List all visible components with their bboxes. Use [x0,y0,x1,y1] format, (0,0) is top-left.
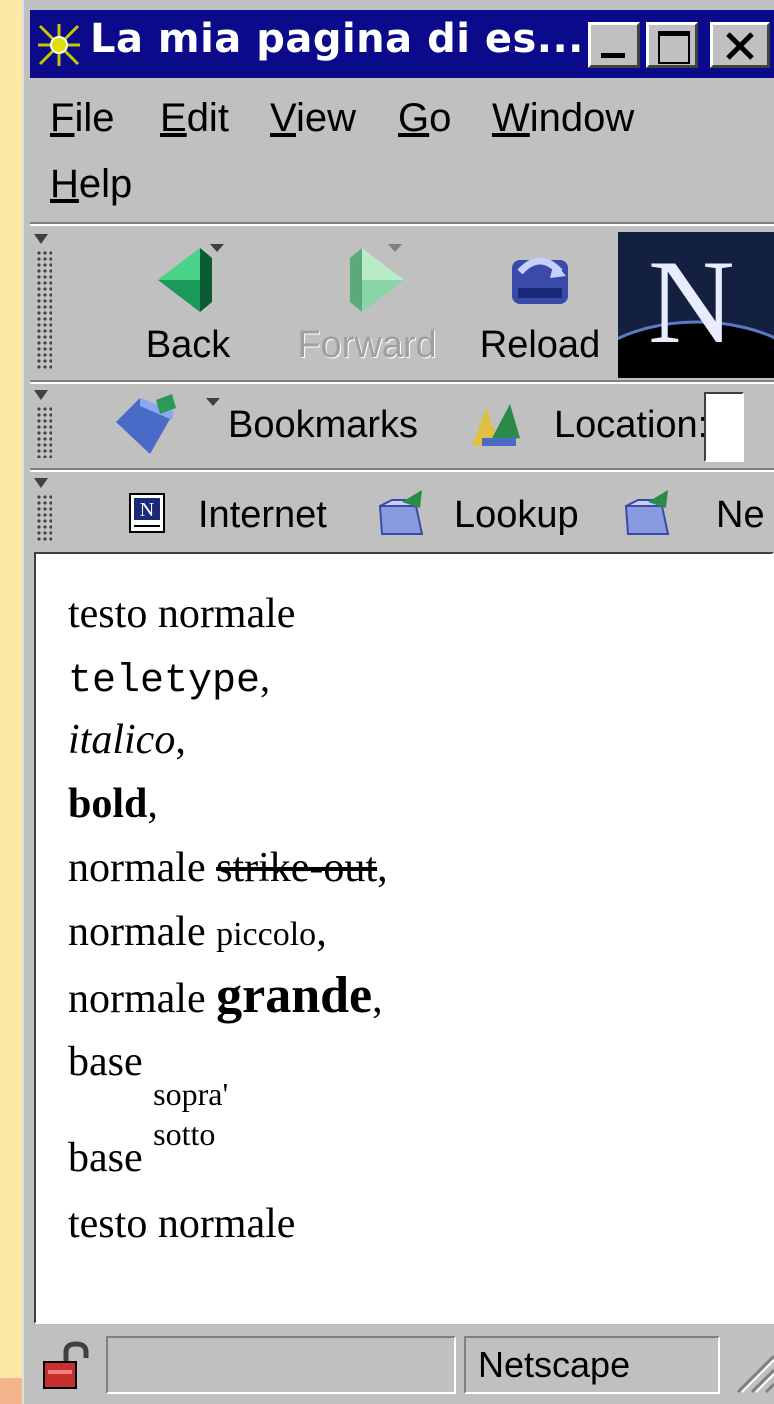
content-line-bold: bold, [68,781,158,827]
close-icon [726,32,754,60]
forward-button[interactable]: Forward [292,232,442,372]
menu-window[interactable]: Window [492,96,634,141]
resize-grip-icon[interactable] [726,1344,774,1394]
toolbar-grip[interactable] [34,390,54,462]
content-line-italic: italico, [68,717,186,763]
netscape-app-icon [36,22,82,68]
menu-go[interactable]: Go [398,96,451,141]
netscape-logo-letter: N [648,235,735,368]
content-line-superscript: base sotto [68,1116,216,1181]
toolbar-grip[interactable] [34,478,54,546]
maximize-button[interactable] [646,22,698,68]
page-content: testo normale teletype, italico, bold, n… [34,552,774,1324]
bookmarks-button[interactable]: Bookmarks [110,388,430,464]
content-line-small: normale piccolo, [68,909,327,955]
toolbar-grip[interactable] [34,234,54,374]
bookmarks-icon [116,394,220,454]
netscape-page-icon: N [129,493,165,533]
folder-icon [378,490,424,535]
content-line-normal: testo normale [68,591,296,637]
menu-separator [30,222,774,226]
reload-button[interactable]: Reload [470,232,610,372]
menu-edit[interactable]: Edit [160,96,229,141]
back-label: Back [145,324,231,366]
security-lock-icon[interactable] [40,1340,92,1392]
maximize-icon [658,31,690,64]
slide-background [0,0,22,1404]
location-icon [472,404,520,446]
location-input[interactable] [704,392,744,462]
personal-item-internet[interactable]: N Internet [126,478,346,546]
bookmarks-label: Bookmarks [228,404,419,446]
minimize-icon [601,53,625,58]
personal-toolbar: N Internet Lookup Ne [30,474,774,550]
status-bar: Netscape [36,1326,774,1404]
personal-item-label: Lookup [454,494,579,536]
forward-arrow-icon [350,244,404,312]
toolbar-separator [30,380,774,384]
folder-icon [624,490,670,535]
menu-view[interactable]: View [270,96,356,141]
menu-file[interactable]: File [50,96,114,141]
minimize-button[interactable] [588,22,640,68]
netscape-logo[interactable]: N [618,232,774,378]
location-toolbar: Bookmarks Location: [30,386,774,466]
title-bar[interactable]: La mia pagina di es... [30,10,774,78]
reload-icon [512,257,568,304]
content-line-subscript: base sopra' [68,1039,229,1112]
content-line-strike: normale strike-out, [68,845,388,891]
forward-label: Forward [297,324,437,366]
status-text: Netscape [478,1344,631,1385]
content-line-big: normale grande, [68,967,383,1024]
window-title: La mia pagina di es... [90,16,584,62]
status-progress-panel [106,1336,456,1394]
svg-text:N: N [140,499,154,521]
back-arrow-icon [158,244,224,312]
menu-bar: File Edit View Go Window Help [30,86,774,216]
content-line-teletype: teletype, [68,655,271,704]
personal-item-lookup[interactable]: Lookup [376,478,616,546]
location-label: Location: [554,404,709,446]
reload-label: Reload [479,324,601,366]
status-text-panel: Netscape [464,1336,720,1394]
toolbar-separator [30,468,774,472]
close-button[interactable] [710,22,770,68]
back-button[interactable]: Back [128,232,248,372]
personal-item-new[interactable]: Ne [622,478,774,546]
personal-item-label: Internet [198,494,327,536]
menu-help[interactable]: Help [50,162,132,207]
personal-item-label: Ne [716,494,765,536]
content-line-normal: testo normale [68,1201,296,1247]
